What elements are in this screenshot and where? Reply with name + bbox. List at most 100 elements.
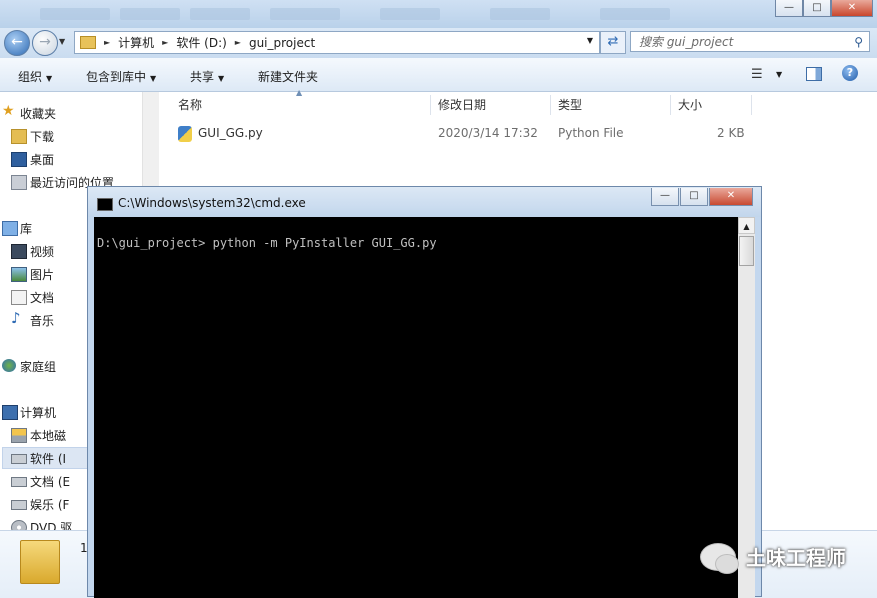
maximize-button[interactable]: □ (803, 0, 831, 17)
include-in-library-button[interactable]: 包含到库中 ▼ (86, 68, 156, 85)
nav-documents[interactable]: 文档 (11, 289, 54, 306)
file-modified: 2020/3/14 17:32 (438, 126, 538, 140)
chevron-right-icon[interactable]: ► (235, 38, 241, 47)
nav-drive-f-label: 娱乐 (F (30, 498, 70, 512)
nav-drive-c[interactable]: 本地磁 (11, 427, 66, 444)
refresh-button[interactable]: ⇄ (600, 31, 626, 54)
view-options-icon[interactable]: ☰ (751, 67, 763, 82)
nav-pictures-label: 图片 (30, 268, 55, 282)
console-area[interactable]: D:\gui_project> python -m PyInstaller GU… (94, 217, 738, 598)
title-bar: — □ ✕ (0, 0, 877, 28)
blurred-taskbar-item (120, 8, 180, 20)
cmd-title-bar[interactable]: C:\Windows\system32\cmd.exe — □ ✕ (88, 187, 761, 217)
file-type: Python File (558, 126, 624, 140)
computer-icon (2, 405, 18, 420)
search-input[interactable]: 搜索 gui_project ⚲ (630, 31, 870, 52)
column-divider[interactable] (670, 95, 671, 115)
nav-favorites[interactable]: ★ 收藏夹 (2, 103, 57, 122)
address-dropdown-icon[interactable]: ▼ (587, 36, 593, 45)
nav-computer[interactable]: 计算机 (2, 404, 57, 421)
minimize-button[interactable]: — (775, 0, 803, 17)
include-in-library-label: 包含到库中 (86, 70, 147, 84)
blurred-taskbar-item (270, 8, 340, 20)
watermark: 土味工程师 (700, 542, 846, 574)
blurred-taskbar-item (600, 8, 670, 20)
nav-music[interactable]: ♪ 音乐 (11, 309, 55, 329)
search-placeholder: 搜索 gui_project (639, 35, 734, 49)
nav-desktop[interactable]: 桌面 (11, 151, 54, 168)
arrow-right-icon: → (39, 34, 51, 50)
cmd-title: C:\Windows\system32\cmd.exe (118, 196, 306, 210)
folder-icon (20, 540, 60, 584)
download-folder-icon (11, 129, 27, 144)
cmd-close-button[interactable]: ✕ (709, 188, 753, 206)
close-button[interactable]: ✕ (831, 0, 873, 17)
nav-drive-f[interactable]: 娱乐 (F (11, 496, 70, 513)
nav-music-label: 音乐 (30, 314, 55, 328)
drive-icon (11, 454, 27, 464)
file-size: 2 KB (717, 126, 745, 140)
nav-favorites-label: 收藏夹 (20, 107, 57, 121)
scroll-up-arrow-icon[interactable]: ▲ (738, 217, 755, 234)
column-divider[interactable] (751, 95, 752, 115)
chevron-down-icon[interactable]: ▼ (776, 70, 782, 79)
nav-computer-label: 计算机 (20, 406, 57, 420)
chevron-right-icon[interactable]: ► (104, 38, 110, 47)
new-folder-label: 新建文件夹 (258, 70, 319, 84)
nav-drive-e-label: 文档 (E (30, 475, 71, 489)
column-divider[interactable] (430, 95, 431, 115)
nav-videos-label: 视频 (30, 245, 55, 259)
picture-icon (11, 267, 27, 282)
recent-pages-dropdown[interactable]: ▼ (59, 37, 65, 46)
nav-libraries-label: 库 (20, 222, 33, 236)
star-icon: ★ (2, 103, 15, 119)
recent-places-icon (11, 175, 27, 190)
cmd-window[interactable]: C:\Windows\system32\cmd.exe — □ ✕ D:\gui… (87, 186, 762, 598)
breadcrumb-gui-project[interactable]: gui_project (249, 36, 315, 50)
column-header-size[interactable]: 大小 (678, 92, 702, 118)
cmd-maximize-button[interactable]: □ (680, 188, 708, 206)
blurred-taskbar-item (380, 8, 440, 20)
nav-downloads[interactable]: 下载 (11, 128, 54, 145)
breadcrumb-computer[interactable]: 计算机 (118, 34, 154, 51)
column-header-type[interactable]: 类型 (558, 92, 582, 118)
column-header-modified[interactable]: 修改日期 (438, 92, 486, 118)
cmd-minimize-button[interactable]: — (651, 188, 679, 206)
chevron-down-icon: ▼ (150, 74, 157, 83)
forward-button[interactable]: → (32, 30, 58, 56)
column-divider[interactable] (550, 95, 551, 115)
file-name[interactable]: GUI_GG.py (198, 126, 263, 140)
preview-pane-icon[interactable] (806, 67, 822, 81)
python-file-icon[interactable] (178, 126, 192, 142)
new-folder-button[interactable]: 新建文件夹 (258, 68, 318, 85)
scroll-thumb[interactable] (739, 236, 754, 266)
wechat-logo-icon (700, 542, 739, 574)
desktop-icon (11, 152, 27, 167)
music-note-icon: ♪ (11, 309, 21, 327)
column-header-name[interactable]: 名称 (178, 92, 202, 118)
window-controls: — □ ✕ (775, 0, 873, 17)
cmd-scrollbar[interactable]: ▲ (738, 217, 755, 598)
back-button[interactable]: ← (4, 30, 30, 56)
chevron-right-icon[interactable]: ► (162, 38, 168, 47)
console-icon (97, 198, 113, 211)
chevron-down-icon: ▼ (46, 74, 53, 83)
nav-videos[interactable]: 视频 (11, 243, 55, 260)
search-icon[interactable]: ⚲ (854, 32, 863, 53)
nav-libraries[interactable]: 库 (2, 220, 33, 237)
share-button[interactable]: 共享 ▼ (190, 68, 224, 85)
nav-drive-d[interactable]: 软件 (I (11, 450, 67, 467)
nav-scrollbar[interactable] (142, 92, 159, 192)
organize-button[interactable]: 组织 ▼ (18, 68, 52, 85)
nav-homegroup[interactable]: 家庭组 (2, 358, 56, 375)
nav-drive-d-label: 软件 (I (30, 452, 67, 466)
nav-drive-e[interactable]: 文档 (E (11, 473, 71, 490)
share-label: 共享 (190, 70, 215, 84)
nav-pictures[interactable]: 图片 (11, 266, 55, 283)
windows-drive-icon (11, 428, 27, 443)
blurred-taskbar-item (190, 8, 250, 20)
help-icon[interactable]: ? (842, 65, 858, 81)
breadcrumb-drive-d[interactable]: 软件 (D:) (176, 34, 226, 51)
address-bar[interactable]: ► 计算机 ► 软件 (D:) ► gui_project ▼ (74, 31, 600, 54)
blurred-taskbar-item (490, 8, 550, 20)
